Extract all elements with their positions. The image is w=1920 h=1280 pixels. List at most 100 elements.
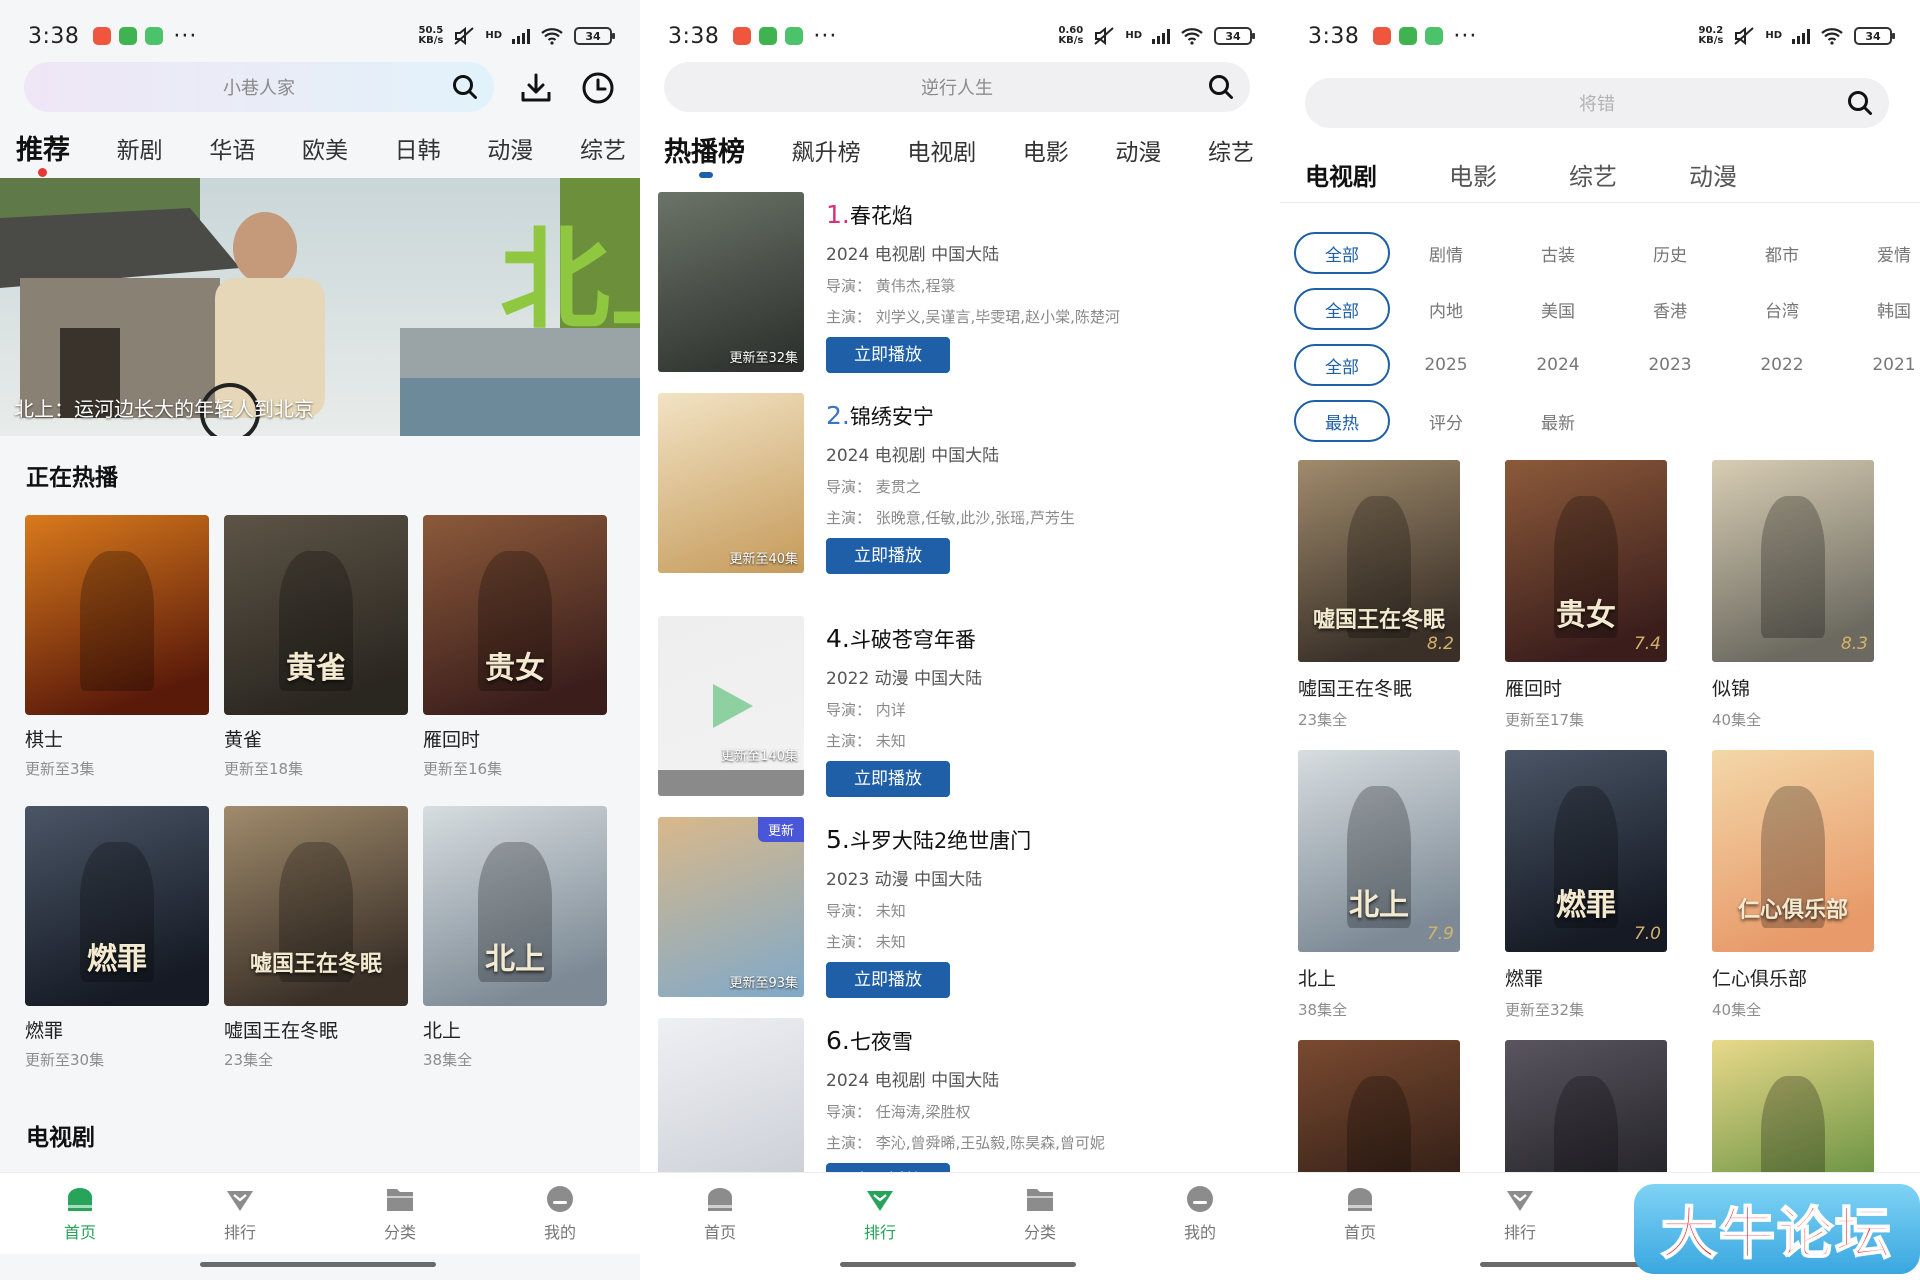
filter-chip-selected[interactable]: 全部: [1294, 344, 1390, 386]
filter-option[interactable]: 最新: [1502, 409, 1614, 434]
nav-ranking[interactable]: 排行: [800, 1173, 960, 1254]
poster-image[interactable]: 8.3: [1712, 460, 1874, 662]
poster-image[interactable]: 贵女 7.4: [1505, 460, 1667, 662]
ranking-thumbnail[interactable]: 更新 更新至93集: [658, 817, 804, 997]
filter-option[interactable]: 2025: [1390, 355, 1502, 375]
filter-chip-selected[interactable]: 全部: [1294, 288, 1390, 330]
search-icon[interactable]: [1208, 74, 1234, 100]
nav-label-home: 首页: [63, 1223, 96, 1242]
tab-recommend[interactable]: 推荐: [16, 128, 70, 167]
poster-image[interactable]: 仁心俱乐部: [1712, 750, 1874, 952]
tab-tv[interactable]: 电视剧: [1305, 157, 1377, 192]
tab-jpkr[interactable]: 日韩: [395, 131, 441, 165]
poster-image[interactable]: 黄雀: [224, 515, 408, 715]
nav-me[interactable]: 我的: [1120, 1173, 1280, 1254]
hot-card[interactable]: 北上 北上 38集全: [423, 806, 607, 1070]
tab-movie[interactable]: 电影: [1023, 133, 1069, 167]
filter-option[interactable]: 2024: [1502, 355, 1614, 375]
watermark-text: 大牛论坛: [1660, 1201, 1893, 1268]
history-icon[interactable]: [580, 70, 616, 106]
tab-variety[interactable]: 综艺: [580, 131, 626, 165]
ranking-item[interactable]: 更新至40集 2.锦绣安宁 2024 电视剧 中国大陆 导演： 麦贯之 主演： 张晚意,…: [658, 393, 1268, 583]
filter-chip-selected[interactable]: 最热: [1294, 400, 1390, 442]
search-bar[interactable]: 将错: [1305, 78, 1889, 128]
category-card[interactable]: 贵女 7.4 雁回时 更新至17集: [1505, 460, 1667, 730]
ranking-thumbnail[interactable]: 更新至32集: [658, 192, 804, 372]
poster-image[interactable]: 燃罪 7.0: [1505, 750, 1667, 952]
tab-hot[interactable]: 热播榜: [664, 130, 745, 169]
poster-image[interactable]: 嘘国王在冬眠 8.2: [1298, 460, 1460, 662]
poster-image[interactable]: 贵女: [423, 515, 607, 715]
poster-image[interactable]: [25, 515, 209, 715]
tab-chinese[interactable]: 华语: [209, 131, 255, 165]
filter-option[interactable]: 都市: [1726, 241, 1838, 266]
filter-option[interactable]: 历史: [1614, 241, 1726, 266]
filter-option[interactable]: 台湾: [1726, 297, 1838, 322]
play-now-button[interactable]: 立即播放: [826, 962, 950, 998]
tab-anime[interactable]: 动漫: [1689, 157, 1737, 192]
ranking-thumbnail[interactable]: [658, 1018, 804, 1198]
category-card[interactable]: 嘘国王在冬眠 8.2 嘘国王在冬眠 23集全: [1298, 460, 1460, 730]
search-bar[interactable]: 小巷人家: [24, 62, 494, 112]
tab-movie[interactable]: 电影: [1449, 157, 1497, 192]
category-card[interactable]: 8.3 似锦 40集全: [1712, 460, 1874, 730]
hot-card[interactable]: 燃罪 燃罪 更新至30集: [25, 806, 209, 1070]
nav-category[interactable]: 分类: [320, 1173, 480, 1254]
tab-variety[interactable]: 综艺: [1208, 133, 1254, 167]
ranking-thumbnail[interactable]: 更新至140集: [658, 616, 804, 796]
category-card[interactable]: 北上 7.9 北上 38集全: [1298, 750, 1460, 1020]
tab-tv[interactable]: 电视剧: [907, 133, 976, 167]
tab-anime[interactable]: 动漫: [1115, 133, 1161, 167]
tab-anime[interactable]: 动漫: [487, 131, 533, 165]
hot-card[interactable]: 贵女 雁回时 更新至16集: [423, 515, 607, 779]
ranking-item[interactable]: 更新至32集 1.春花焰 2024 电视剧 中国大陆 导演： 黄伟杰,程箓 主演： 刘学…: [658, 192, 1268, 382]
nav-category[interactable]: 分类: [960, 1173, 1120, 1254]
tab-variety[interactable]: 综艺: [1569, 157, 1617, 192]
filter-option[interactable]: 评分: [1390, 409, 1502, 434]
poster-image[interactable]: 北上 7.9: [1298, 750, 1460, 952]
ranking-item[interactable]: 更新 更新至93集 5.斗罗大陆2绝世唐门 2023 动漫 中国大陆 导演： 未知 主演：…: [658, 817, 1268, 1007]
filter-option[interactable]: 韩国: [1838, 297, 1920, 322]
nav-ranking[interactable]: 排行: [1440, 1173, 1600, 1254]
nav-ranking[interactable]: 排行: [160, 1173, 320, 1254]
hero-banner[interactable]: 北上 北上：运河边长大的年轻人到北京: [0, 178, 640, 436]
tab-western[interactable]: 欧美: [302, 131, 348, 165]
search-bar[interactable]: 逆行人生: [664, 62, 1250, 112]
home-screen: 3:38 ··· 50.5 KB/s HD 34 小巷人家 推荐 新剧 华语 欧…: [0, 0, 640, 1280]
nav-home[interactable]: 首页: [0, 1173, 160, 1254]
filter-option[interactable]: 2023: [1614, 355, 1726, 375]
nav-home[interactable]: 首页: [1280, 1173, 1440, 1254]
filter-option[interactable]: 美国: [1502, 297, 1614, 322]
download-icon[interactable]: [518, 70, 554, 106]
mute-icon: [454, 26, 474, 46]
ranking-thumbnail[interactable]: 更新至40集: [658, 393, 804, 573]
filter-option[interactable]: 爱情: [1838, 241, 1920, 266]
ranking-item[interactable]: 更新至140集 4.斗破苍穹年番 2022 动漫 中国大陆 导演： 内详 主演： 未知立…: [658, 616, 1268, 806]
poster-image[interactable]: 嘘国王在冬眠: [224, 806, 408, 1006]
poster-image[interactable]: 北上: [423, 806, 607, 1006]
filter-option[interactable]: 2021: [1838, 355, 1920, 375]
play-now-button[interactable]: 立即播放: [826, 538, 950, 574]
search-icon[interactable]: [1847, 90, 1873, 116]
filter-option[interactable]: 剧情: [1390, 241, 1502, 266]
poster-image[interactable]: 燃罪: [25, 806, 209, 1006]
nav-home[interactable]: 首页: [640, 1173, 800, 1254]
tab-new[interactable]: 新剧: [117, 131, 163, 165]
filter-option[interactable]: 古装: [1502, 241, 1614, 266]
tab-rising[interactable]: 飙升榜: [792, 133, 861, 167]
ranking-title: 5.斗罗大陆2绝世唐门: [826, 825, 1268, 855]
hot-card[interactable]: 嘘国王在冬眠 嘘国王在冬眠 23集全: [224, 806, 408, 1070]
filter-option[interactable]: 香港: [1614, 297, 1726, 322]
play-now-button[interactable]: 立即播放: [826, 761, 950, 797]
play-now-button[interactable]: 立即播放: [826, 337, 950, 373]
nav-label-me: 我的: [543, 1223, 576, 1242]
category-card[interactable]: 燃罪 7.0 燃罪 更新至32集: [1505, 750, 1667, 1020]
hot-card[interactable]: 黄雀 黄雀 更新至18集: [224, 515, 408, 779]
nav-me[interactable]: 我的: [480, 1173, 640, 1254]
hot-card[interactable]: 棋士 更新至3集: [25, 515, 209, 779]
filter-option[interactable]: 2022: [1726, 355, 1838, 375]
filter-option[interactable]: 内地: [1390, 297, 1502, 322]
search-icon[interactable]: [452, 74, 478, 100]
category-card[interactable]: 仁心俱乐部 仁心俱乐部 40集全: [1712, 750, 1874, 1020]
filter-chip-selected[interactable]: 全部: [1294, 232, 1390, 274]
